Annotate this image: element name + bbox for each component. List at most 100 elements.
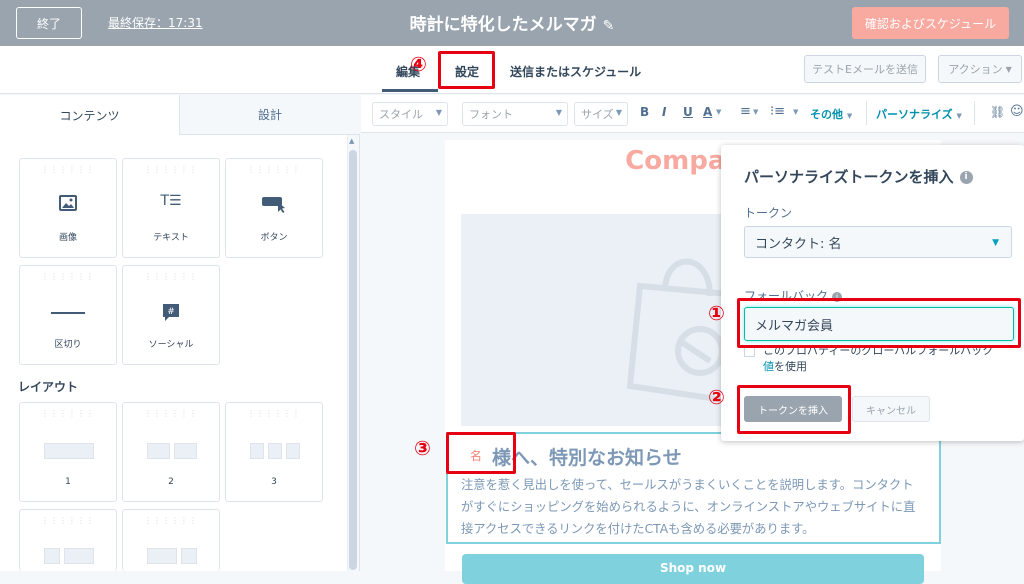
more-label: その他 bbox=[810, 108, 843, 121]
content-tile-text[interactable]: ⋮⋮⋮⋮⋮⋮ T☰ テキスト bbox=[122, 158, 220, 258]
style-select[interactable]: スタイル ▼ bbox=[372, 102, 448, 126]
annotation-box-settings bbox=[438, 51, 495, 89]
popover-title-text: パーソナライズトークンを挿入 bbox=[744, 168, 954, 186]
actions-dropdown[interactable]: アクション ▼ bbox=[938, 55, 1022, 83]
layout-column bbox=[44, 443, 94, 459]
last-saved-link[interactable]: 最終保存：17:31 bbox=[108, 14, 203, 31]
svg-text:#: # bbox=[167, 307, 175, 317]
email-body-text[interactable]: 注意を惹く見出しを使って、セールスがうまくいくことを説明します。コンタクト がす… bbox=[461, 474, 931, 540]
global-fallback-link[interactable]: 値 bbox=[763, 360, 774, 373]
layout-heading: レイアウト bbox=[18, 380, 79, 394]
email-heading[interactable]: 様へ、特別なお知らせ bbox=[492, 443, 682, 470]
content-tile-label: ボタン bbox=[260, 233, 288, 243]
layout-tile-3[interactable]: ⋮⋮⋮⋮⋮⋮ 3 bbox=[225, 402, 323, 502]
image-icon bbox=[20, 195, 116, 216]
body-line: がすぐにショッピングを始められるように、オンラインストアやウェブサイトに直 bbox=[461, 500, 916, 514]
button-icon bbox=[226, 195, 322, 218]
token-select-value: コンタクト: 名 bbox=[755, 236, 842, 252]
content-tile-label: 区切り bbox=[54, 340, 82, 350]
content-tile-social[interactable]: ⋮⋮⋮⋮⋮⋮ # ソーシャル bbox=[122, 265, 220, 365]
bold-button[interactable]: B bbox=[640, 105, 649, 119]
drag-handle-icon: ⋮⋮⋮⋮⋮⋮ bbox=[247, 409, 301, 418]
layout-column bbox=[250, 443, 264, 459]
global-fallback-suffix: を使用 bbox=[774, 360, 807, 373]
email-title[interactable]: 時計に特化したメルマガ ✎ bbox=[320, 10, 704, 35]
caret-down-icon[interactable]: ▼ bbox=[716, 108, 721, 116]
layout-tile-label: 2 bbox=[168, 477, 174, 487]
italic-button[interactable]: I bbox=[662, 105, 666, 119]
layout-column bbox=[64, 548, 94, 564]
annotation-box-token bbox=[446, 432, 516, 474]
caret-down-icon[interactable]: ▼ bbox=[793, 108, 798, 116]
size-select[interactable]: サイズ ▼ bbox=[574, 102, 628, 126]
content-tile-image[interactable]: ⋮⋮⋮⋮⋮⋮ 画像 bbox=[19, 158, 117, 258]
layout-column bbox=[286, 443, 300, 459]
token-label: トークン bbox=[744, 206, 793, 220]
personalize-menu[interactable]: パーソナライズ ▼ bbox=[876, 106, 962, 122]
layout-tile-2[interactable]: ⋮⋮⋮⋮⋮⋮ 2 bbox=[122, 402, 220, 502]
drag-handle-icon: ⋮⋮⋮⋮⋮⋮ bbox=[41, 272, 95, 281]
underline-button[interactable]: U bbox=[683, 105, 693, 119]
toolbar-divider bbox=[974, 101, 975, 125]
caret-down-icon: ▼ bbox=[992, 238, 999, 248]
shop-now-button[interactable]: Shop now bbox=[462, 554, 924, 584]
layout-tile-5[interactable]: ⋮⋮⋮⋮⋮⋮ bbox=[122, 509, 220, 571]
info-icon[interactable]: i bbox=[959, 171, 973, 184]
annotation-number-2: ② bbox=[708, 385, 725, 409]
text-icon: T☰ bbox=[160, 193, 182, 209]
annotation-number-3: ③ bbox=[414, 436, 431, 460]
drag-handle-icon: ⋮⋮⋮⋮⋮⋮ bbox=[144, 165, 198, 174]
caret-down-icon: ▼ bbox=[615, 108, 622, 117]
scroll-up-icon[interactable]: ▲ bbox=[349, 137, 354, 145]
caret-down-icon: ▼ bbox=[555, 108, 562, 117]
align-icon[interactable]: ≡ bbox=[740, 104, 751, 119]
body-line: 接アクセスできるリンクを付けたCTAも含める必要があります。 bbox=[461, 522, 815, 536]
layout-tile-1[interactable]: ⋮⋮⋮⋮⋮⋮ 1 bbox=[19, 402, 117, 502]
caret-down-icon: ▼ bbox=[435, 108, 442, 117]
cancel-button[interactable]: キャンセル bbox=[852, 396, 930, 422]
content-tile-button[interactable]: ⋮⋮⋮⋮⋮⋮ ボタン bbox=[225, 158, 323, 258]
layout-column bbox=[44, 548, 60, 564]
social-icon: # bbox=[123, 302, 219, 327]
pencil-icon[interactable]: ✎ bbox=[603, 18, 615, 34]
drag-handle-icon: ⋮⋮⋮⋮⋮⋮ bbox=[41, 165, 95, 174]
caret-down-icon: ▼ bbox=[956, 112, 962, 120]
send-test-email-button[interactable]: テストEメールを送信 bbox=[804, 55, 926, 83]
divider-icon bbox=[20, 302, 116, 314]
drag-handle-icon: ⋮⋮⋮⋮⋮⋮ bbox=[41, 409, 95, 418]
content-tile-label: テキスト bbox=[153, 233, 189, 243]
caret-down-icon: ▼ bbox=[846, 112, 853, 120]
font-select-value: フォント bbox=[469, 108, 513, 121]
more-menu[interactable]: その他 ▼ bbox=[810, 106, 852, 122]
tab-design[interactable]: 設計 bbox=[180, 95, 360, 135]
actions-label: アクション bbox=[948, 63, 1003, 76]
scrollbar-thumb[interactable] bbox=[349, 150, 357, 570]
active-tab-indicator bbox=[382, 89, 438, 92]
review-and-schedule-button[interactable]: 確認およびスケジュール bbox=[852, 7, 1009, 39]
exit-button[interactable]: 終了 bbox=[16, 7, 82, 39]
link-icon[interactable]: ⛓ bbox=[990, 105, 1005, 119]
annotation-number-4: ④ bbox=[410, 52, 427, 76]
content-tile-divider[interactable]: ⋮⋮⋮⋮⋮⋮ 区切り bbox=[19, 265, 117, 365]
layout-column bbox=[147, 548, 177, 564]
content-tile-label: ソーシャル bbox=[148, 340, 194, 350]
chevron-down-icon: ▼ bbox=[1005, 64, 1012, 74]
body-line: 注意を惹く見出しを使って、セールスがうまくいくことを説明します。コンタクト bbox=[461, 478, 914, 492]
tab-send-or-schedule[interactable]: 送信またはスケジュール bbox=[510, 63, 641, 80]
personalize-label: パーソナライズ bbox=[876, 108, 953, 121]
layout-tile-4[interactable]: ⋮⋮⋮⋮⋮⋮ bbox=[19, 509, 117, 571]
list-icon[interactable]: ⁝≡ bbox=[770, 104, 785, 119]
token-select[interactable]: コンタクト: 名 ▼ bbox=[744, 226, 1012, 258]
content-tile-label: 画像 bbox=[58, 233, 77, 243]
tab-contents[interactable]: コンテンツ bbox=[0, 95, 180, 135]
drag-handle-icon: ⋮⋮⋮⋮⋮⋮ bbox=[144, 409, 198, 418]
emoji-icon[interactable]: ☺ bbox=[1010, 104, 1024, 119]
font-select[interactable]: フォント ▼ bbox=[462, 102, 568, 126]
style-select-value: スタイル bbox=[379, 108, 423, 121]
text-color-button[interactable]: A bbox=[703, 105, 712, 119]
toolbar-divider bbox=[866, 101, 867, 125]
annotation-box-insert bbox=[737, 385, 851, 434]
drag-handle-icon: ⋮⋮⋮⋮⋮⋮ bbox=[41, 516, 95, 525]
caret-down-icon[interactable]: ▼ bbox=[753, 108, 758, 116]
layout-tile-label: 3 bbox=[271, 477, 277, 487]
